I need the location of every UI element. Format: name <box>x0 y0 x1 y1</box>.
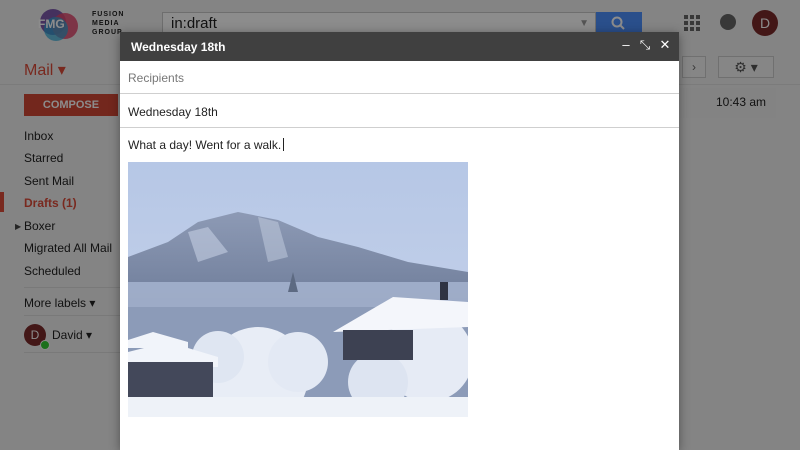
popout-icon[interactable]: ⤡ <box>637 37 653 53</box>
text-cursor <box>283 138 285 151</box>
subject-value: Wednesday 18th <box>128 105 218 119</box>
subject-field[interactable]: Wednesday 18th <box>120 95 679 128</box>
recipients-placeholder: Recipients <box>128 71 185 85</box>
compose-title: Wednesday 18th <box>131 40 226 54</box>
inline-image-snowy-mountain[interactable] <box>128 162 468 417</box>
minimize-icon[interactable]: – <box>618 37 634 52</box>
snowy-landscape-image <box>128 162 468 417</box>
message-body[interactable]: What a day! Went for a walk. <box>128 138 285 152</box>
close-icon[interactable]: ✕ <box>657 37 673 53</box>
compose-window: Wednesday 18th – ⤡ ✕ Recipients Wednesda… <box>120 32 679 450</box>
compose-header[interactable]: Wednesday 18th – ⤡ ✕ <box>120 32 679 61</box>
recipients-field[interactable]: Recipients <box>120 61 679 94</box>
